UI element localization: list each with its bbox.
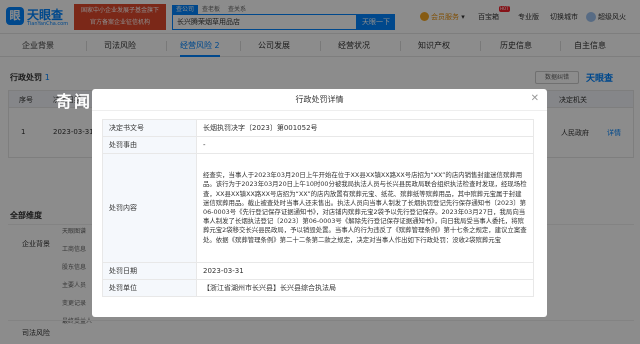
close-icon[interactable]: ✕ [531, 93, 539, 104]
penalty-detail-modal: 行政处罚详情 ✕ 决定书文号 长烟执罚决字〔2023〕第001052号 处罚事由… [92, 89, 547, 317]
detail-value: 经查实，当事人于2023年03月20日上午开始在位于XX县XX镇XX路XX号店招… [196, 153, 534, 263]
detail-row: 处罚日期 2023-03-31 [102, 262, 534, 280]
detail-value: 【浙江省湖州市长兴县】长兴县综合执法局 [196, 279, 534, 297]
detail-key: 决定书文号 [102, 119, 197, 137]
detail-value: 长烟执罚决字〔2023〕第001052号 [196, 119, 534, 137]
detail-value: - [196, 136, 534, 154]
detail-row: 处罚单位 【浙江省湖州市长兴县】长兴县综合执法局 [102, 279, 534, 297]
detail-key: 处罚事由 [102, 136, 197, 154]
detail-row: 处罚事由 - [102, 136, 534, 154]
detail-key: 处罚单位 [102, 279, 197, 297]
modal-title: 行政处罚详情 [295, 95, 344, 104]
detail-row: 处罚内容 经查实，当事人于2023年03月20日上午开始在位于XX县XX镇XX路… [102, 153, 534, 263]
modal-header: 行政处罚详情 ✕ [92, 89, 547, 111]
watermark: 奇闻 [56, 92, 93, 111]
detail-row: 决定书文号 长烟执罚决字〔2023〕第001052号 [102, 119, 534, 137]
detail-table: 决定书文号 长烟执罚决字〔2023〕第001052号 处罚事由 - 处罚内容 经… [102, 119, 534, 297]
detail-value: 2023-03-31 [196, 262, 534, 280]
detail-key: 处罚内容 [102, 153, 197, 263]
detail-key: 处罚日期 [102, 262, 197, 280]
